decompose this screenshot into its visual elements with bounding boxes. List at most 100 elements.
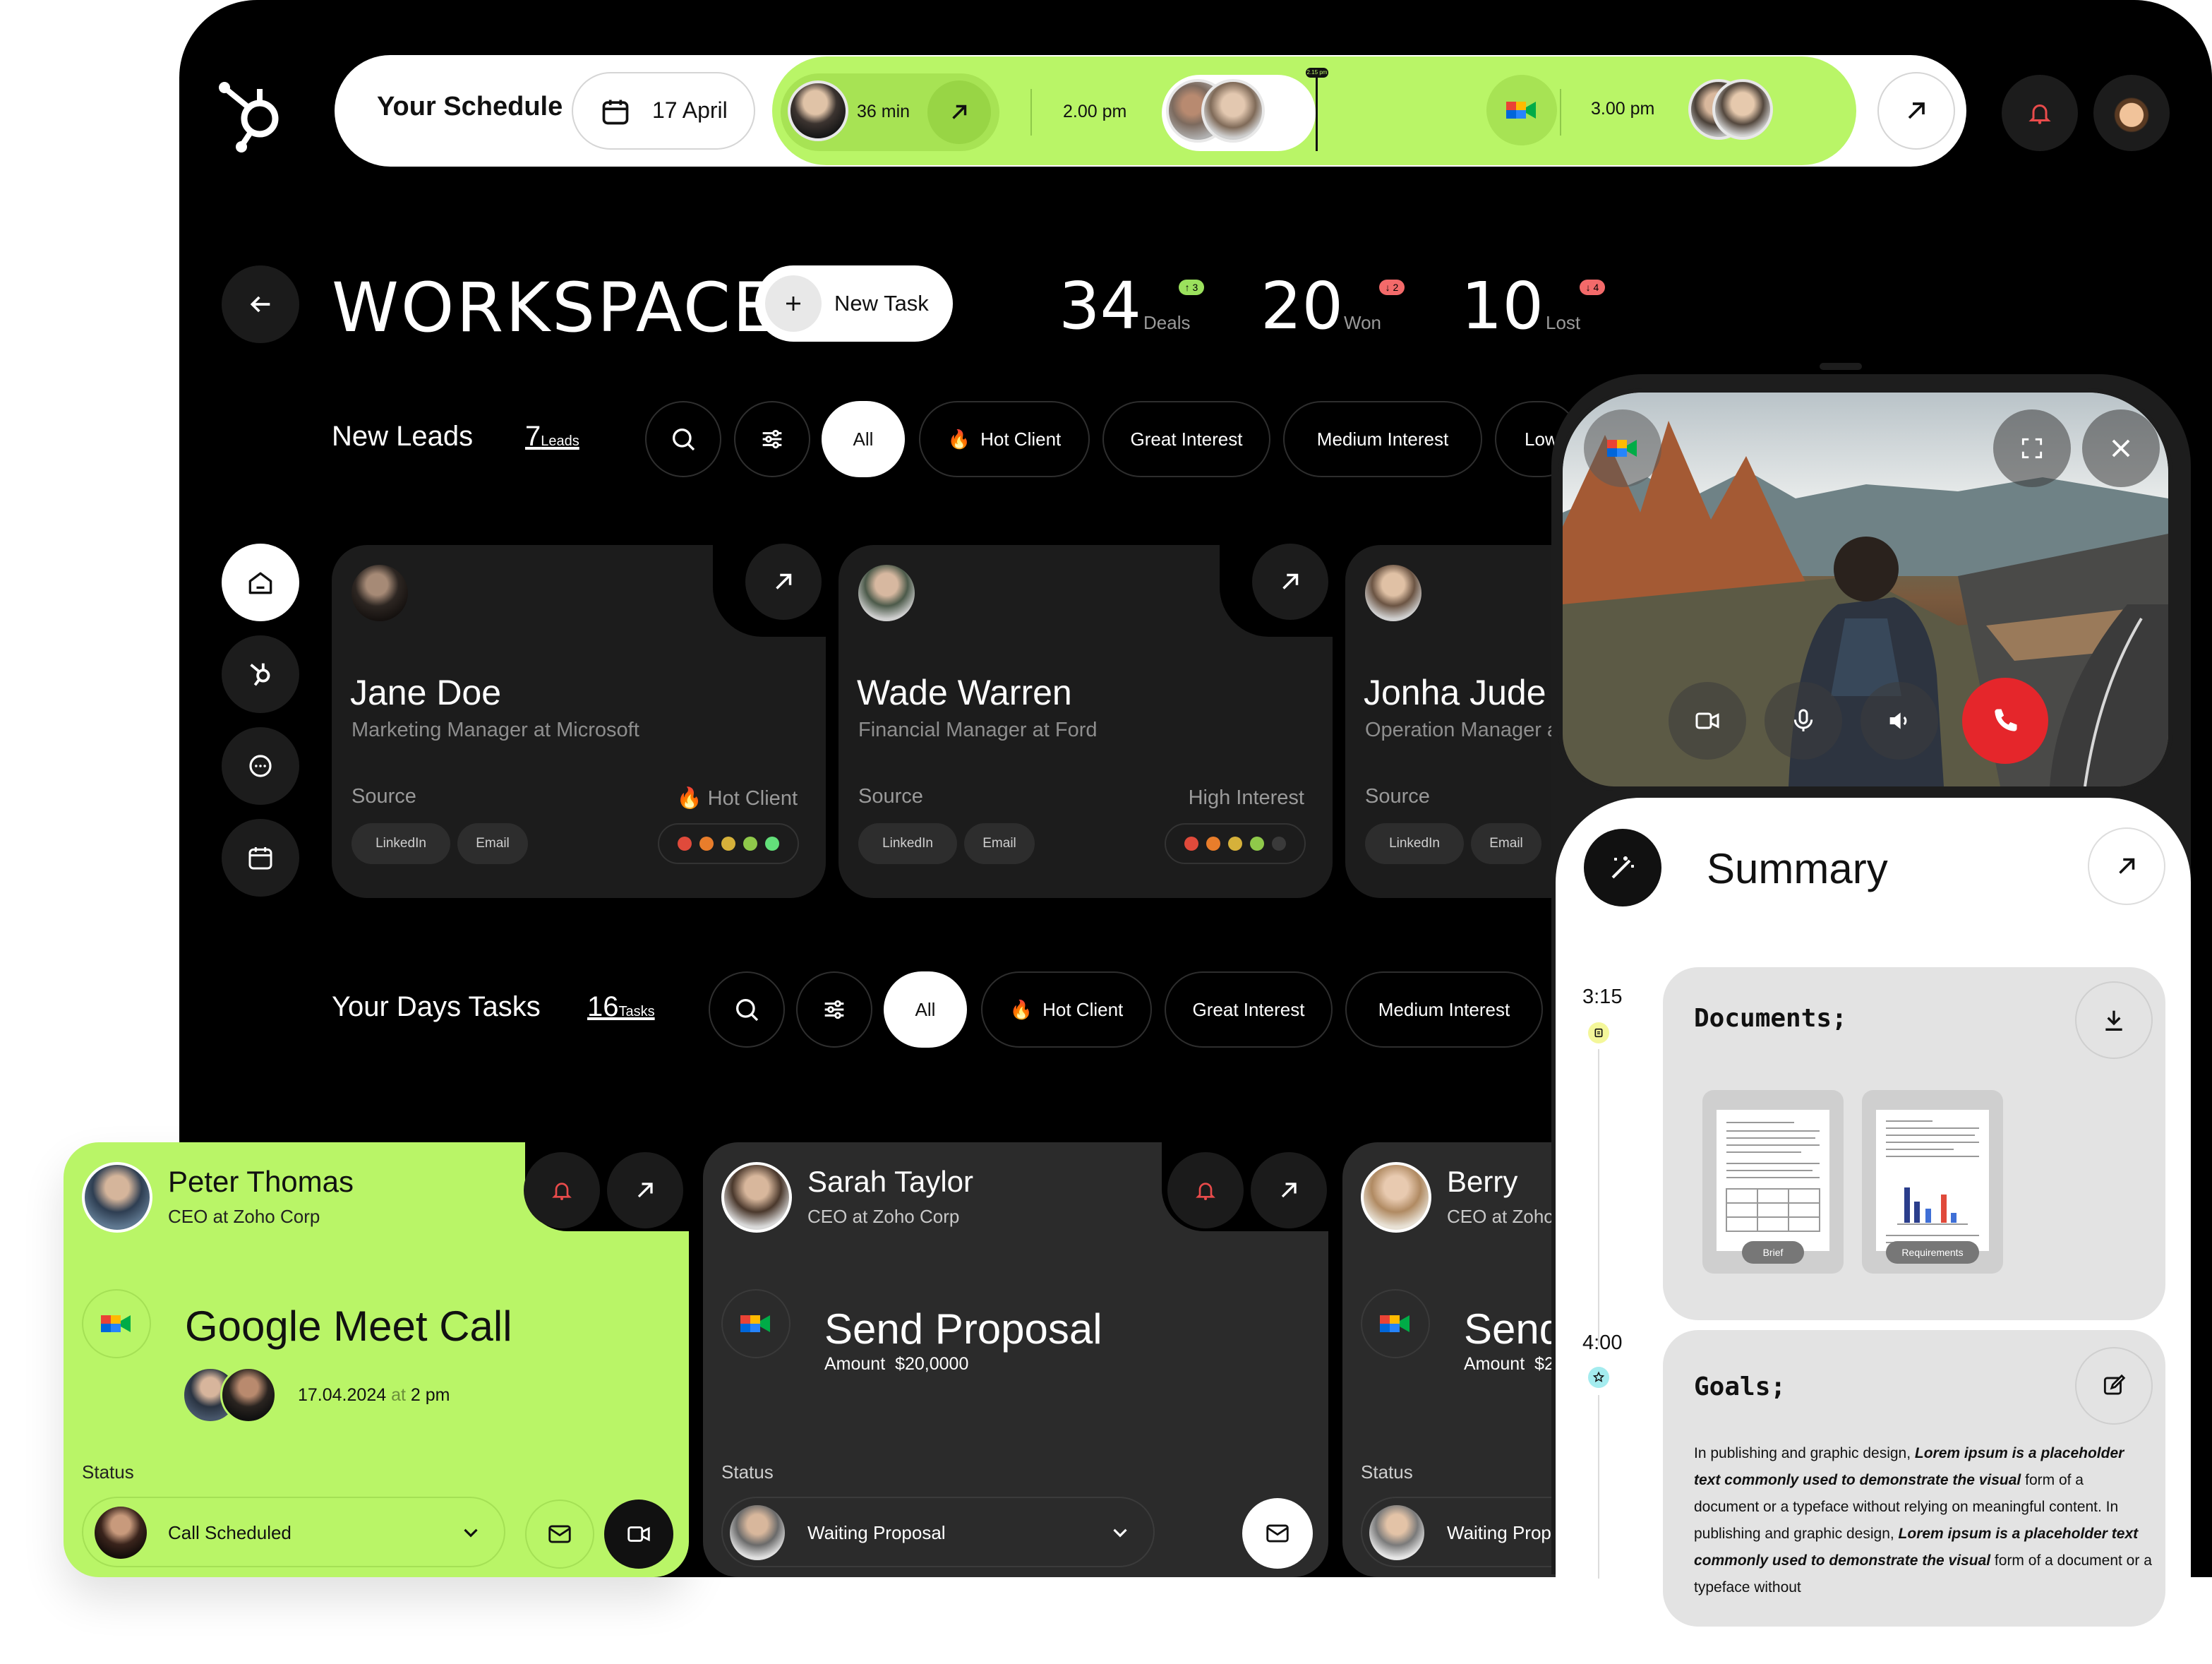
- sidebar-item-hubspot[interactable]: [222, 635, 299, 713]
- interest-level: [658, 823, 799, 864]
- tasks-filter-medium-interest[interactable]: Medium Interest: [1345, 971, 1543, 1048]
- source-tag-linkedin[interactable]: LinkedIn: [351, 823, 450, 864]
- sidebar-item-calendar[interactable]: [222, 819, 299, 897]
- fire-icon: 🔥: [947, 428, 971, 450]
- filter-label: Hot Client: [1042, 998, 1124, 1020]
- open-summary-button[interactable]: [2088, 827, 2165, 905]
- source-tag-email[interactable]: Email: [457, 823, 528, 864]
- plus-icon: [765, 275, 822, 332]
- date-picker[interactable]: 17 April: [572, 72, 755, 150]
- hubspot-logo-icon[interactable]: [216, 78, 294, 155]
- leads-filter-great-interest[interactable]: Great Interest: [1102, 401, 1270, 477]
- notifications-button[interactable]: [2002, 75, 2078, 151]
- status-value: Call Scheduled: [168, 1522, 291, 1543]
- timeline-line: [1598, 1395, 1599, 1579]
- avatar: [220, 1367, 277, 1423]
- task-card[interactable]: Sarah Taylor CEO at Zoho Corp Send Propo…: [703, 1142, 1331, 1577]
- lead-card[interactable]: Wade Warren Financial Manager at Ford So…: [838, 544, 1333, 898]
- task-title: Google Meet Call: [185, 1303, 512, 1350]
- interest-label: 🔥 Hot Client: [677, 786, 798, 810]
- open-lead-button[interactable]: [1252, 544, 1328, 620]
- reminder-button[interactable]: [1167, 1152, 1244, 1228]
- google-meet-icon[interactable]: [1584, 409, 1661, 487]
- camera-toggle-button[interactable]: [1669, 682, 1746, 760]
- lost-badge: ↓ 4: [1580, 280, 1605, 295]
- leads-count[interactable]: 7Leads: [525, 421, 579, 453]
- home-icon: [248, 572, 272, 594]
- edit-goals-button[interactable]: [2075, 1347, 2153, 1425]
- documents-title: Documents;: [1694, 1004, 1847, 1033]
- back-button[interactable]: [222, 265, 299, 343]
- task-person-name: Berry: [1447, 1165, 1518, 1198]
- new-task-button[interactable]: New Task: [755, 265, 953, 342]
- arrow-up-right-icon: [776, 573, 792, 589]
- avatar: [351, 565, 408, 621]
- download-button[interactable]: [2075, 981, 2153, 1059]
- leads-search-button[interactable]: [645, 401, 721, 477]
- filter-label: Hot Client: [980, 428, 1062, 450]
- document-label: Brief: [1742, 1241, 1804, 1264]
- open-schedule-button[interactable]: [1877, 72, 1955, 150]
- drag-handle[interactable]: [1820, 363, 1862, 370]
- leads-filter-medium-interest[interactable]: Medium Interest: [1283, 401, 1482, 477]
- document-thumbnail-requirements[interactable]: Requirements: [1862, 1090, 2003, 1274]
- bell-icon: [552, 1183, 572, 1200]
- tasks-filter-all[interactable]: All: [884, 971, 967, 1048]
- google-meet-icon[interactable]: [1486, 75, 1557, 145]
- status-dropdown[interactable]: Call Scheduled: [82, 1497, 505, 1567]
- edit-icon: [2103, 1374, 2126, 1395]
- leads-filter-hot-client[interactable]: 🔥 Hot Client: [919, 401, 1090, 477]
- lead-card[interactable]: Jane Doe Marketing Manager at Microsoft …: [332, 544, 826, 898]
- arrow-up-right-icon: [1281, 1183, 1297, 1198]
- open-task-button[interactable]: [607, 1152, 683, 1228]
- meeting-slot-2[interactable]: [1162, 75, 1316, 151]
- sidebar-item-home[interactable]: [222, 544, 299, 621]
- tasks-count[interactable]: 16Tasks: [587, 991, 655, 1023]
- meeting-slot-3[interactable]: [1688, 72, 1780, 150]
- document-label: Requirements: [1886, 1241, 1979, 1264]
- google-meet-icon: [721, 1289, 791, 1358]
- leads-filter-button[interactable]: [734, 401, 810, 477]
- avatar: [1712, 79, 1773, 140]
- tasks-filter-hot-client[interactable]: 🔥 Hot Client: [981, 971, 1152, 1048]
- mic-toggle-button[interactable]: [1765, 682, 1842, 760]
- reminder-button[interactable]: [524, 1152, 600, 1228]
- open-slot-button[interactable]: [927, 80, 991, 144]
- hang-up-button[interactable]: [1962, 678, 2048, 764]
- close-call-view-button[interactable]: [2082, 409, 2160, 487]
- sidebar-item-messages[interactable]: [222, 727, 299, 805]
- won-badge: ↓ 2: [1379, 280, 1405, 295]
- tasks-search-button[interactable]: [709, 971, 785, 1048]
- source-tag-email[interactable]: Email: [964, 823, 1035, 864]
- task-card[interactable]: Peter Thomas CEO at Zoho Corp Google Mee…: [64, 1142, 695, 1577]
- ai-summary-icon: [1584, 829, 1661, 906]
- lead-name: Jane Doe: [350, 673, 502, 712]
- fullscreen-button[interactable]: [1993, 409, 2071, 487]
- document-page: [1717, 1110, 1829, 1251]
- leads-filter-all[interactable]: All: [822, 401, 905, 477]
- timeline-divider: [1030, 89, 1032, 136]
- tasks-filter-button[interactable]: [796, 971, 872, 1048]
- video-call-button[interactable]: [604, 1500, 673, 1569]
- meeting-datetime: 17.04.2024 at 2 pm: [298, 1385, 450, 1406]
- source-tag-linkedin[interactable]: LinkedIn: [1365, 823, 1464, 864]
- tasks-filter-great-interest[interactable]: Great Interest: [1165, 971, 1333, 1048]
- profile-button[interactable]: [2093, 75, 2170, 151]
- meeting-time: 2 pm: [410, 1385, 450, 1405]
- leads-count-unit: Leads: [541, 433, 579, 449]
- speaker-toggle-button[interactable]: [1861, 682, 1938, 760]
- slot-time: 2.00 pm: [1063, 102, 1127, 121]
- lost-label: Lost: [1546, 312, 1581, 333]
- fire-icon: 🔥: [676, 787, 708, 810]
- source-tag-email[interactable]: Email: [1471, 823, 1541, 864]
- meeting-slot-1[interactable]: 36 min: [781, 73, 999, 151]
- email-button[interactable]: [525, 1500, 594, 1569]
- source-tag-linkedin[interactable]: LinkedIn: [858, 823, 957, 864]
- avatar: [1365, 565, 1421, 621]
- document-thumbnail-brief[interactable]: Brief: [1702, 1090, 1844, 1274]
- task-person-role: CEO at Zoho Corp: [807, 1206, 960, 1227]
- open-lead-button[interactable]: [745, 544, 822, 620]
- status-dropdown[interactable]: Waiting Proposal: [721, 1497, 1155, 1567]
- email-button[interactable]: [1242, 1498, 1313, 1569]
- open-task-button[interactable]: [1251, 1152, 1327, 1228]
